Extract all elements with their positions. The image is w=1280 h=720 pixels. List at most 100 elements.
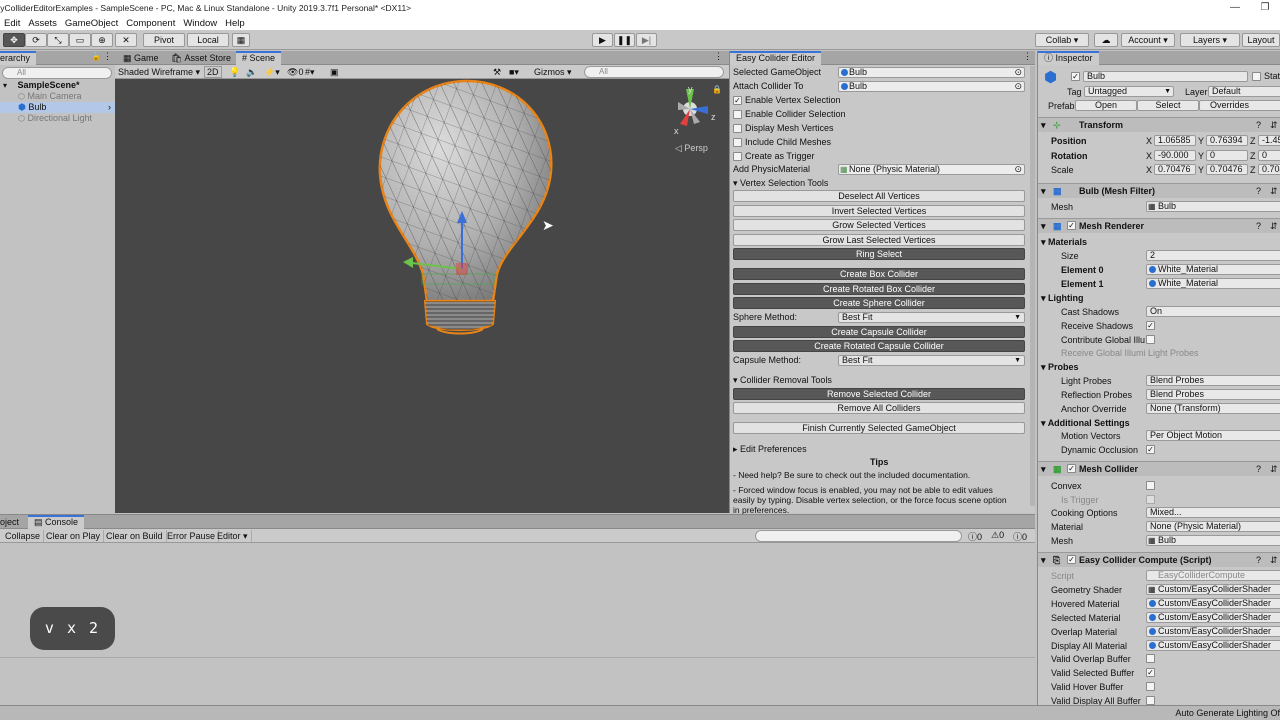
hierarchy-item-main-camera[interactable]: ⬡ Main Camera xyxy=(0,91,115,102)
settings-icon[interactable]: ⇵ xyxy=(1270,219,1278,233)
mesh-renderer-enabled-checkbox[interactable]: ✓ xyxy=(1067,221,1076,230)
kebab-icon[interactable]: ⋮ xyxy=(714,51,723,62)
settings-icon[interactable]: ⇵ xyxy=(1270,462,1278,476)
tab-game[interactable]: ▦ Game xyxy=(117,51,165,65)
tab-project[interactable]: oject xyxy=(0,515,25,529)
scrollbar[interactable] xyxy=(1030,66,1035,506)
capsule-method-dropdown[interactable]: Best Fit ▼ xyxy=(838,355,1025,366)
rotate-tool-icon[interactable]: ⟳ xyxy=(25,33,47,47)
tab-asset-store[interactable]: 🛍 Asset Store xyxy=(165,51,237,65)
collider-material-field[interactable]: None (Physic Material) xyxy=(1146,521,1280,532)
collab-button[interactable]: Collab ▾ xyxy=(1035,33,1089,47)
ring-select-button[interactable]: Ring Select xyxy=(733,248,1025,260)
is-trigger-checkbox[interactable] xyxy=(1146,495,1155,504)
mesh-collider-enabled-checkbox[interactable]: ✓ xyxy=(1067,464,1076,473)
include-child-meshes-checkbox[interactable] xyxy=(733,138,742,147)
create-capsule-collider-button[interactable]: Create Capsule Collider xyxy=(733,326,1025,338)
remove-all-colliders-button[interactable]: Remove All Colliders xyxy=(733,402,1025,414)
reflection-probes-dropdown[interactable]: Blend Probes xyxy=(1146,389,1280,400)
layout-button[interactable]: Layout xyxy=(1242,33,1280,47)
local-button[interactable]: Local xyxy=(187,33,229,47)
grid-icon[interactable]: #▾ xyxy=(305,66,315,78)
selected-go-field[interactable]: Bulb ⊙ xyxy=(838,67,1025,78)
custom-tool-icon[interactable]: ✕ xyxy=(115,33,137,47)
lighting-foldout[interactable]: ▾ Lighting xyxy=(1038,292,1280,305)
kebab-icon[interactable]: ⋮ xyxy=(1023,51,1032,62)
vertex-tools-foldout[interactable]: ▾ Vertex Selection Tools xyxy=(733,177,828,189)
grow-last-selected-vertices-button[interactable]: Grow Last Selected Vertices xyxy=(733,234,1025,246)
cooking-options-dropdown[interactable]: Mixed... xyxy=(1146,507,1280,518)
hierarchy-item-bulb[interactable]: ⬢ Bulb › xyxy=(0,102,115,113)
sphere-method-dropdown[interactable]: Best Fit ▼ xyxy=(838,312,1025,323)
shading-dropdown[interactable]: Shaded Wireframe ▾ xyxy=(118,66,200,78)
probes-foldout[interactable]: ▾ Probes xyxy=(1038,361,1280,374)
lock-icon[interactable]: 🔒 xyxy=(712,85,722,94)
gizmos-dropdown[interactable]: Gizmos ▾ xyxy=(534,66,572,78)
settings-icon[interactable]: ⇵ xyxy=(1270,118,1278,132)
tools-icon[interactable]: ⚒ xyxy=(493,66,501,78)
mesh-renderer-header[interactable]: ▾ ▦ ✓ Mesh Renderer ? ⇵ xyxy=(1038,218,1280,233)
motion-vectors-dropdown[interactable]: Per Object Motion xyxy=(1146,430,1280,441)
step-button[interactable]: ▶| xyxy=(636,33,657,47)
persp-label[interactable]: ◁ Persp xyxy=(675,143,708,154)
create-sphere-collider-button[interactable]: Create Sphere Collider xyxy=(733,297,1025,309)
light-probes-dropdown[interactable]: Blend Probes xyxy=(1146,375,1280,386)
prefab-overrides-button[interactable]: Overrides xyxy=(1199,100,1280,111)
error-count[interactable]: ⓘ0 xyxy=(1013,530,1027,543)
audio-icon[interactable]: 🔈 xyxy=(246,66,257,78)
menu-component[interactable]: Component xyxy=(126,18,175,29)
help-icon[interactable]: ? xyxy=(1256,219,1261,233)
clear-on-play-button[interactable]: Clear on Play xyxy=(43,530,105,542)
finish-selected-gameobject-button[interactable]: Finish Currently Selected GameObject xyxy=(733,422,1025,434)
ecc-script-field[interactable]: EasyColliderCompute xyxy=(1146,570,1280,581)
expand-icon[interactable]: ▾ xyxy=(3,81,7,90)
element0-field[interactable]: White_Material xyxy=(1146,264,1280,275)
menu-assets[interactable]: Assets xyxy=(28,18,57,29)
position-x-field[interactable]: 1.06585 xyxy=(1154,135,1196,146)
deselect-all-vertices-button[interactable]: Deselect All Vertices xyxy=(733,190,1025,202)
scene-search[interactable]: All xyxy=(584,66,724,78)
bulb-mesh[interactable] xyxy=(115,79,729,513)
display-mesh-vertices-checkbox[interactable] xyxy=(733,124,742,133)
tab-scene[interactable]: # Scene xyxy=(236,51,282,65)
rotation-y-field[interactable]: 0 xyxy=(1206,150,1248,161)
tab-easy-collider-editor[interactable]: Easy Collider Editor xyxy=(730,51,822,65)
lock-icon[interactable]: 🔒 xyxy=(91,52,101,61)
mesh-filter-header[interactable]: ▾ ▦ Bulb (Mesh Filter) ? ⇵ xyxy=(1038,183,1280,198)
hidden-objects-icon[interactable]: 👁0 xyxy=(287,66,303,78)
menu-gameobject[interactable]: GameObject xyxy=(65,18,118,29)
attach-field[interactable]: Bulb ⊙ xyxy=(838,81,1025,92)
rect-tool-icon[interactable]: ▭ xyxy=(69,33,91,47)
settings-icon[interactable]: ⇵ xyxy=(1270,184,1278,198)
invert-selected-vertices-button[interactable]: Invert Selected Vertices xyxy=(733,205,1025,217)
enable-collider-selection-checkbox[interactable] xyxy=(733,110,742,119)
maximize-button[interactable]: ❐ xyxy=(1250,0,1280,16)
object-picker-icon[interactable]: ⊙ xyxy=(1014,82,1022,91)
minimize-button[interactable]: — xyxy=(1220,0,1250,16)
grow-selected-vertices-button[interactable]: Grow Selected Vertices xyxy=(733,219,1025,231)
mesh-filter-mesh-field[interactable]: ▦ Bulb xyxy=(1146,201,1280,212)
collider-mesh-field[interactable]: ▦ Bulb xyxy=(1146,535,1280,546)
2d-toggle[interactable]: 2D xyxy=(204,66,222,78)
layer-dropdown[interactable]: Default xyxy=(1208,86,1280,97)
rotation-z-field[interactable]: 0 xyxy=(1258,150,1280,161)
contribute-gi-checkbox[interactable] xyxy=(1146,335,1155,344)
tab-hierarchy[interactable]: erarchy xyxy=(0,51,37,65)
element1-field[interactable]: White_Material xyxy=(1146,278,1280,289)
snap-icon[interactable]: ▦ xyxy=(232,33,250,47)
menu-window[interactable]: Window xyxy=(183,18,217,29)
help-icon[interactable]: ? xyxy=(1256,118,1261,132)
physic-material-field[interactable]: ▦ None (Physic Material) ⊙ xyxy=(838,164,1025,175)
effects-icon[interactable]: ⚡▾ xyxy=(264,66,280,78)
scale-y-field[interactable]: 0.70476 xyxy=(1206,164,1248,175)
object-picker-icon[interactable]: ⊙ xyxy=(1014,68,1022,77)
play-button[interactable]: ▶ xyxy=(592,33,613,47)
valid-selected-checkbox[interactable]: ✓ xyxy=(1146,668,1155,677)
enable-vertex-selection-checkbox[interactable]: ✓ xyxy=(733,96,742,105)
kebab-icon[interactable]: ⋮ xyxy=(103,51,112,62)
scale-tool-icon[interactable]: ⤡ xyxy=(47,33,69,47)
scene-viewport[interactable]: y z x 🔒 ◁ Persp ➤ xyxy=(115,79,729,513)
console-search[interactable] xyxy=(755,530,962,542)
position-y-field[interactable]: 0.76394 xyxy=(1206,135,1248,146)
anchor-override-field[interactable]: None (Transform) xyxy=(1146,403,1280,414)
